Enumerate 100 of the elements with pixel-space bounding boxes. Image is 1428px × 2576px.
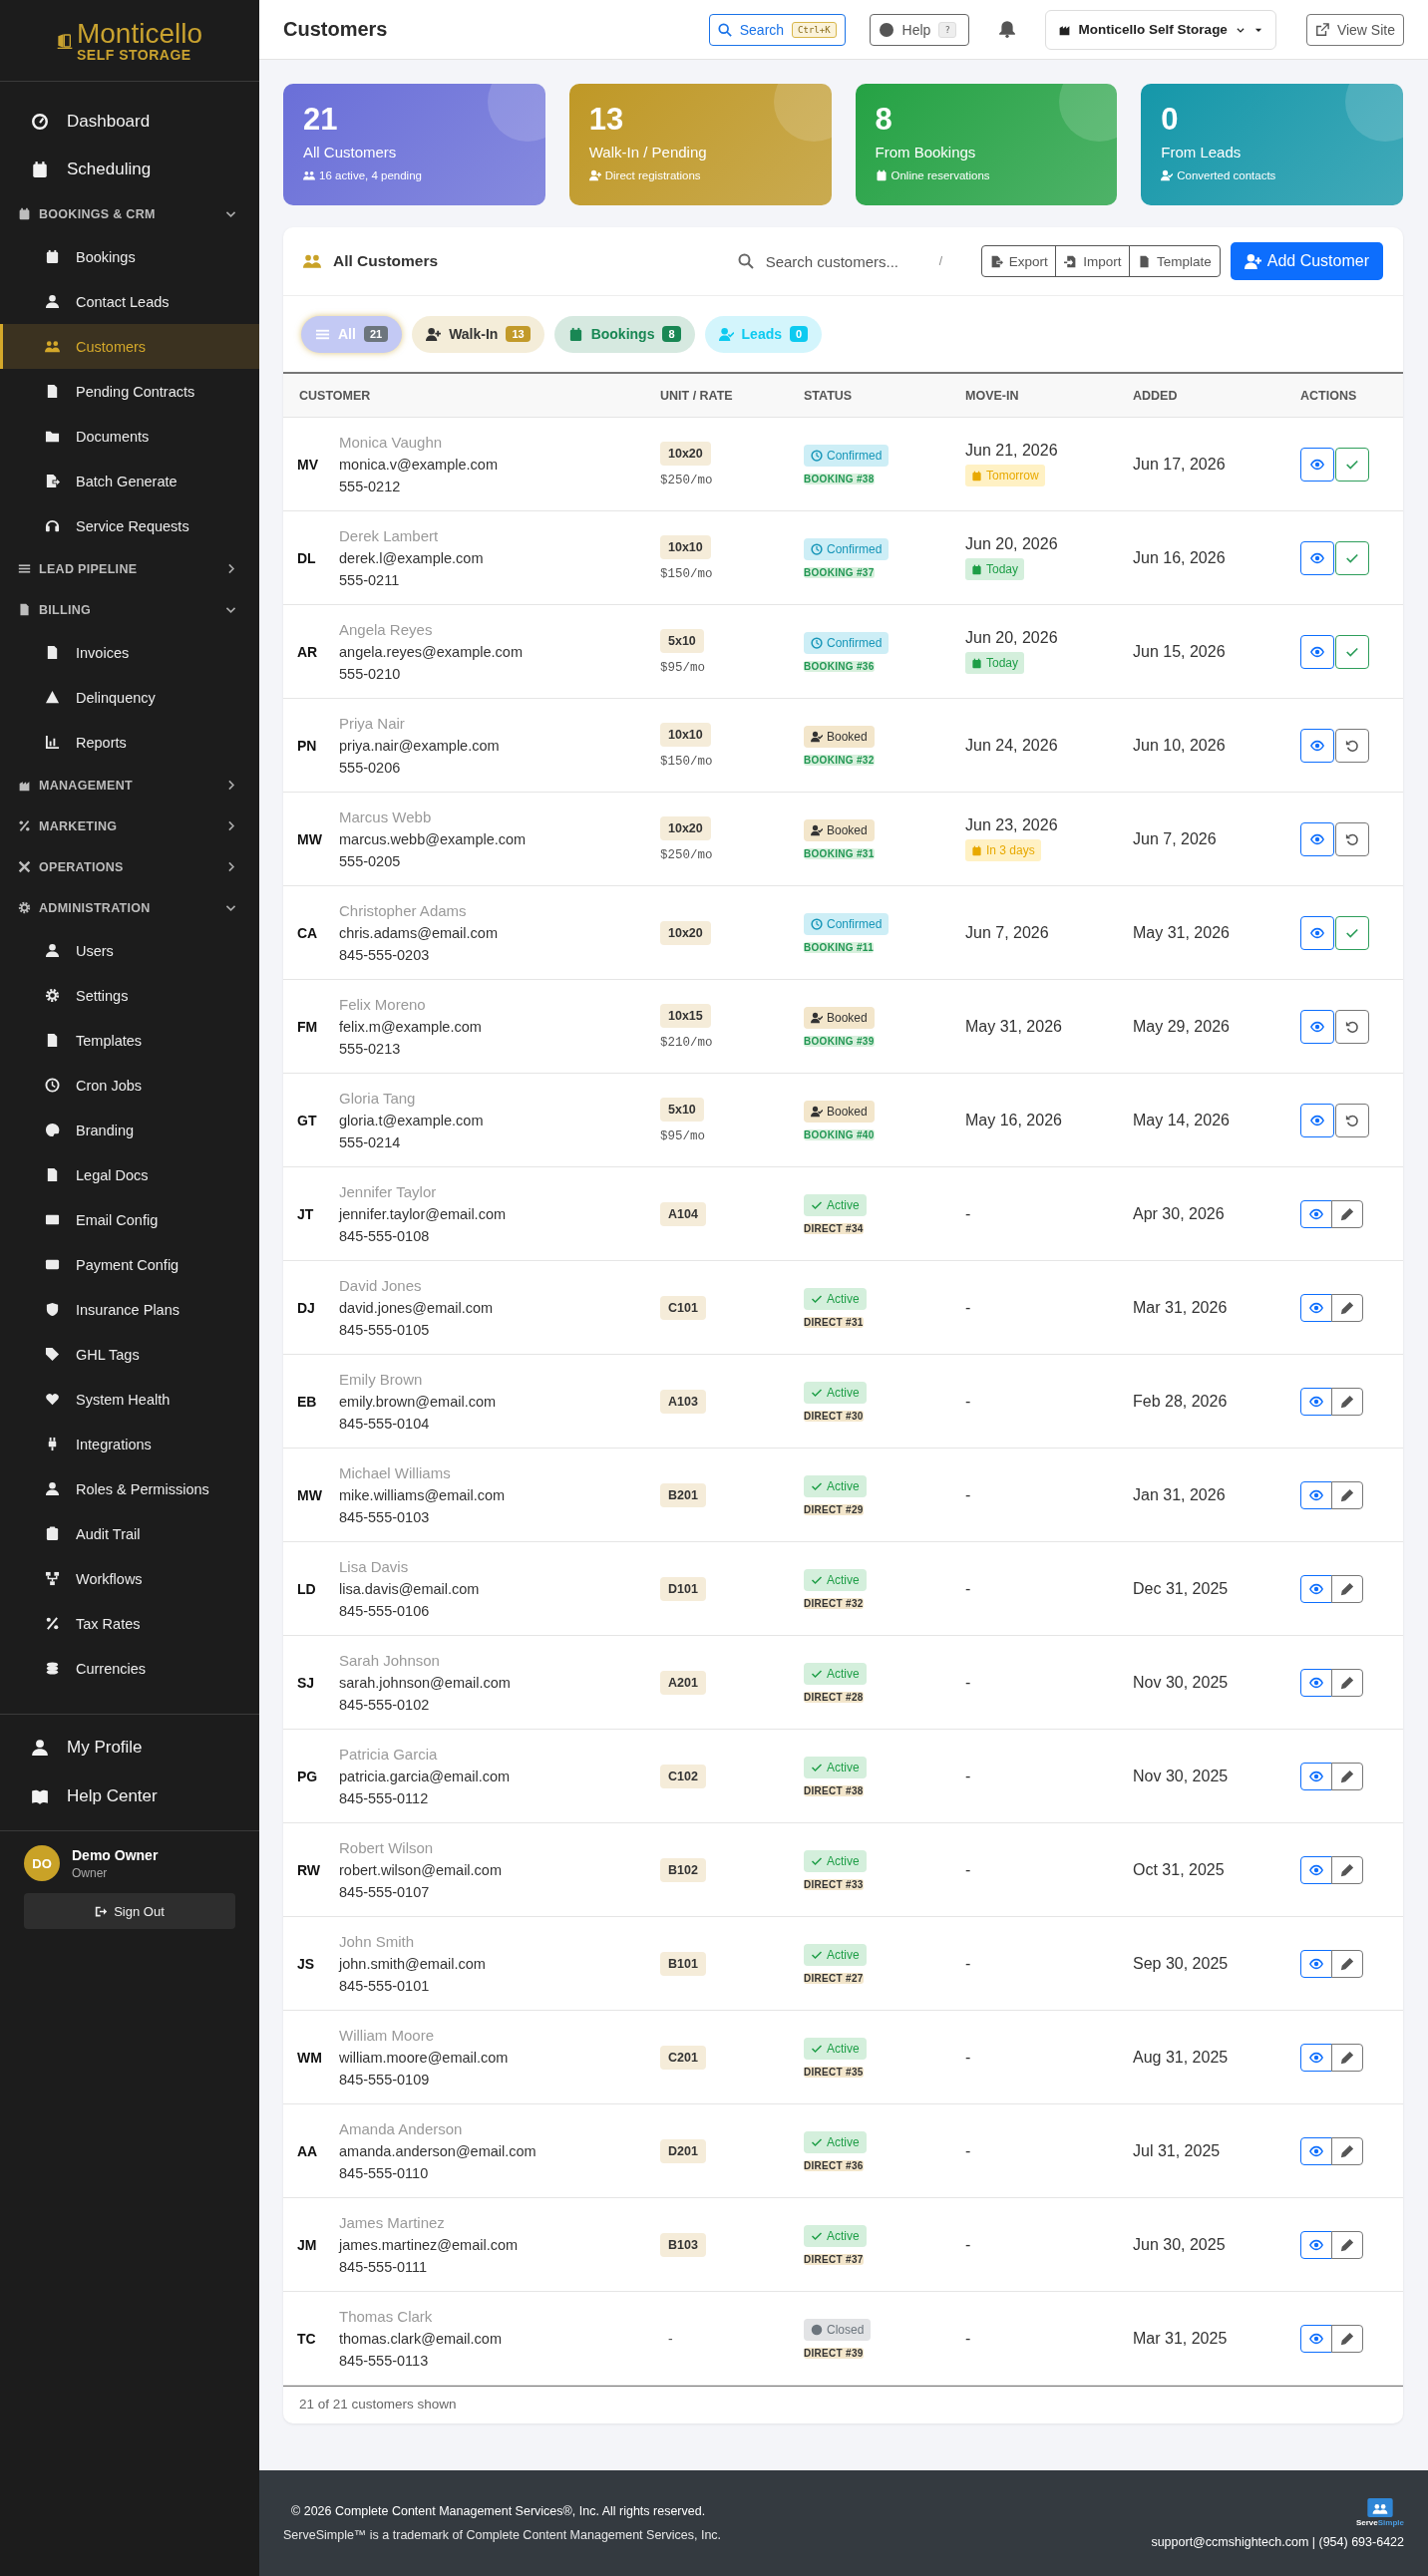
view-button[interactable] <box>1300 915 1334 950</box>
nav-item[interactable]: Service Requests <box>0 503 259 548</box>
nav-item[interactable]: Scheduling <box>0 146 259 193</box>
edit-button[interactable] <box>1330 1387 1363 1416</box>
edit-button[interactable] <box>1330 1855 1363 1884</box>
search-button[interactable]: Search Ctrl+K <box>708 13 846 46</box>
filter-tab[interactable]: Bookings 8 <box>553 315 695 353</box>
edit-button[interactable] <box>1330 2136 1363 2165</box>
nav-section-header[interactable]: BOOKINGS & CRM <box>0 193 259 234</box>
help-button[interactable]: Help ? <box>869 13 969 46</box>
nav-item[interactable]: My Profile <box>0 1723 259 1771</box>
revert-button[interactable] <box>1335 1103 1369 1137</box>
edit-button[interactable] <box>1330 2324 1363 2353</box>
nav-item[interactable]: Currencies <box>0 1646 259 1691</box>
tool-button[interactable]: Import <box>1055 245 1131 277</box>
confirm-button[interactable] <box>1335 447 1369 482</box>
customer-phone: 555-0211 <box>339 572 401 588</box>
edit-button[interactable] <box>1330 1949 1363 1978</box>
nav-section-header[interactable]: MANAGEMENT <box>0 765 259 805</box>
view-button[interactable] <box>1300 1009 1334 1044</box>
nav-item[interactable]: Roles & Permissions <box>0 1466 259 1511</box>
customer-name: Jennifer Taylor <box>339 1183 438 1200</box>
pencil-icon <box>1339 1675 1354 1690</box>
nav-item[interactable]: Audit Trail <box>0 1511 259 1556</box>
view-button[interactable] <box>1300 2136 1332 2165</box>
nav-item[interactable]: Users <box>0 928 259 973</box>
edit-button[interactable] <box>1330 2230 1363 2259</box>
nav-item[interactable]: Pending Contracts <box>0 369 259 414</box>
nav-item[interactable]: Dashboard <box>0 98 259 146</box>
edit-button[interactable] <box>1330 1574 1363 1603</box>
view-button[interactable] <box>1300 1949 1332 1978</box>
view-button[interactable] <box>1300 821 1334 856</box>
view-button[interactable] <box>1300 1387 1332 1416</box>
revert-button[interactable] <box>1335 1009 1369 1044</box>
filter-tab[interactable]: Walk-In 13 <box>412 315 544 353</box>
nav-item[interactable]: GHL Tags <box>0 1332 259 1377</box>
nav-item[interactable]: Branding <box>0 1108 259 1152</box>
confirm-button[interactable] <box>1335 634 1369 669</box>
view-button[interactable] <box>1300 634 1334 669</box>
nav-item[interactable]: Workflows <box>0 1556 259 1601</box>
nav-item[interactable]: Templates <box>0 1018 259 1063</box>
edit-button[interactable] <box>1330 2043 1363 2072</box>
view-button[interactable] <box>1300 2043 1332 2072</box>
location-select[interactable]: Monticello Self Storage <box>1044 9 1276 50</box>
nav-item[interactable]: Batch Generate <box>0 459 259 503</box>
edit-button[interactable] <box>1330 1668 1363 1697</box>
nav-item[interactable]: Contact Leads <box>0 279 259 324</box>
add-customer-button[interactable]: Add Customer <box>1230 242 1383 280</box>
view-button[interactable] <box>1300 728 1334 763</box>
nav-item[interactable]: Bookings <box>0 234 259 279</box>
view-button[interactable] <box>1300 1762 1332 1790</box>
shortcut-key: Ctrl+K <box>792 21 837 38</box>
view-button[interactable] <box>1300 540 1334 575</box>
nav-item[interactable]: Documents <box>0 414 259 459</box>
view-button[interactable] <box>1300 1199 1332 1228</box>
revert-button[interactable] <box>1335 728 1369 763</box>
edit-button[interactable] <box>1330 1293 1363 1322</box>
view-button[interactable] <box>1300 2230 1332 2259</box>
view-button[interactable] <box>1300 1668 1332 1697</box>
nav-item[interactable]: Cron Jobs <box>0 1063 259 1108</box>
filter-tab[interactable]: All 21 <box>301 315 403 353</box>
view-button[interactable] <box>1300 1855 1332 1884</box>
revert-button[interactable] <box>1335 821 1369 856</box>
nav-item[interactable]: Email Config <box>0 1197 259 1242</box>
nav-section-header[interactable]: BILLING <box>0 589 259 630</box>
nav-item[interactable]: Reports <box>0 720 259 765</box>
nav-section-header[interactable]: LEAD PIPELINE <box>0 548 259 589</box>
nav-item[interactable]: Delinquency <box>0 675 259 720</box>
confirm-button[interactable] <box>1335 915 1369 950</box>
view-button[interactable] <box>1300 1480 1332 1509</box>
nav-item[interactable]: Help Center <box>0 1771 259 1820</box>
edit-button[interactable] <box>1330 1762 1363 1790</box>
confirm-button[interactable] <box>1335 540 1369 575</box>
view-button[interactable] <box>1300 1293 1332 1322</box>
view-site-button[interactable]: View Site <box>1305 13 1404 46</box>
customer-initials: SJ <box>297 1674 316 1691</box>
nav-section-header[interactable]: MARKETING <box>0 805 259 846</box>
nav-section-header[interactable]: ADMINISTRATION <box>0 887 259 928</box>
nav-item[interactable]: Tax Rates <box>0 1601 259 1646</box>
nav-item[interactable]: Payment Config <box>0 1242 259 1287</box>
view-button[interactable] <box>1300 2324 1332 2353</box>
tool-button[interactable]: Template <box>1128 245 1221 277</box>
nav-item[interactable]: System Health <box>0 1377 259 1422</box>
nav-item[interactable]: Invoices <box>0 630 259 675</box>
tool-button[interactable]: Export <box>980 245 1057 277</box>
view-button[interactable] <box>1300 1103 1334 1137</box>
nav-item[interactable]: Legal Docs <box>0 1152 259 1197</box>
edit-button[interactable] <box>1330 1199 1363 1228</box>
view-button[interactable] <box>1300 447 1334 482</box>
nav-item[interactable]: Settings <box>0 973 259 1018</box>
edit-button[interactable] <box>1330 1480 1363 1509</box>
nav-item[interactable]: Integrations <box>0 1422 259 1466</box>
view-button[interactable] <box>1300 1574 1332 1603</box>
nav-section-header[interactable]: OPERATIONS <box>0 846 259 887</box>
sign-out-button[interactable]: Sign Out <box>24 1893 235 1929</box>
nav-item[interactable]: Insurance Plans <box>0 1287 259 1332</box>
added-date: Mar 31, 2026 <box>1133 1298 1229 1317</box>
stat-value: 8 <box>875 102 893 138</box>
nav-item[interactable]: Customers <box>0 324 259 369</box>
notifications-button[interactable] <box>996 19 1017 40</box>
